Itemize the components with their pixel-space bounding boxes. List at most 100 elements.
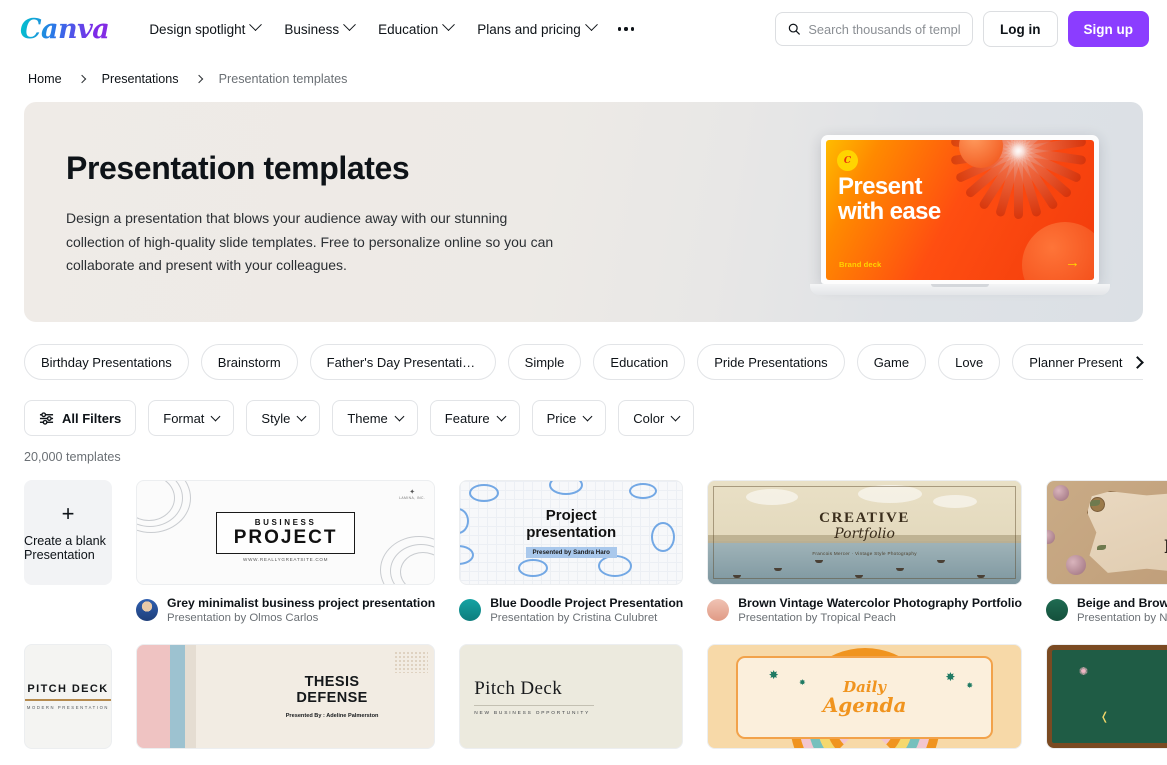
template-thumbnail[interactable]: Pitch Deck NEW BUSINESS OPPORTUNITY xyxy=(459,644,684,749)
filter-label: Color xyxy=(633,410,665,426)
nav-item-education[interactable]: Education xyxy=(366,14,465,45)
template-card[interactable]: ✺❭❬?TriviaQuiz xyxy=(1045,644,1167,749)
template-card[interactable]: by Olivia WilsonGroupproject Beige and Br… xyxy=(1045,480,1167,624)
hero-banner: Presentation templates Design a presenta… xyxy=(24,102,1143,322)
template-card[interactable]: Pitch Deck NEW BUSINESS OPPORTUNITY xyxy=(459,644,684,749)
avatar[interactable] xyxy=(459,599,482,621)
thumb-line1: PITCH DECK xyxy=(27,683,109,696)
category-chip[interactable]: Pride Presentations xyxy=(697,344,845,380)
thumb-byline: Francois Mercer · Vintage Style Photogra… xyxy=(812,550,917,556)
results-count: 20,000 templates xyxy=(24,450,121,464)
category-chip[interactable]: Brainstorm xyxy=(200,344,298,380)
category-chip-label: Pride Presentations xyxy=(714,354,828,370)
template-card[interactable]: Project presentation Presented by Sandra H… xyxy=(459,480,684,624)
chevron-right-icon xyxy=(77,74,86,84)
category-chip[interactable]: Education xyxy=(593,344,686,380)
category-chip-label: Simple xyxy=(524,354,565,370)
template-thumbnail[interactable]: by Olivia WilsonGroupproject xyxy=(1045,480,1167,585)
nav-item-design-spotlight[interactable]: Design spotlight xyxy=(137,14,272,45)
category-chip-label: Education xyxy=(610,354,669,370)
breadcrumb-item-home[interactable]: Home xyxy=(28,72,62,86)
filter-feature[interactable]: Feature xyxy=(429,400,520,436)
filter-style[interactable]: Style xyxy=(246,400,321,436)
category-chip[interactable]: Love xyxy=(938,344,1001,380)
create-blank-presentation-card[interactable]: + Create a blank Presentation xyxy=(24,480,112,624)
template-title[interactable]: Brown Vintage Watercolor Photography Por… xyxy=(738,596,1022,610)
filter-label: Feature xyxy=(444,410,490,426)
avatar[interactable] xyxy=(707,599,730,621)
avatar[interactable] xyxy=(1045,599,1068,621)
nav-label: Design spotlight xyxy=(149,21,246,37)
chevron-down-icon xyxy=(670,411,681,422)
search-box[interactable] xyxy=(775,12,973,46)
filter-format[interactable]: Format xyxy=(148,400,235,436)
template-title[interactable]: Blue Doodle Project Presentation xyxy=(490,596,683,610)
category-chip[interactable]: Birthday Presentations xyxy=(24,344,189,380)
arrow-right-icon: → xyxy=(1065,254,1080,271)
main-nav: Design spotlight Business Education Plan… xyxy=(137,14,644,45)
filter-label: Style xyxy=(261,410,291,426)
thumb-byline: Presented By : Adeline Palmerston xyxy=(285,713,379,719)
plus-icon: + xyxy=(61,501,75,526)
canva-logo[interactable]: Canva xyxy=(20,14,115,45)
chevron-down-icon xyxy=(249,18,263,32)
chevron-down-icon xyxy=(296,411,307,422)
create-blank-tile[interactable]: + Create a blank Presentation xyxy=(24,480,112,585)
chevron-down-icon xyxy=(584,18,598,32)
template-title[interactable]: Grey minimalist business project present… xyxy=(167,596,435,610)
nav-item-business[interactable]: Business xyxy=(272,14,366,45)
thumb-logo-mark: ✦ xyxy=(409,489,416,496)
template-thumbnail[interactable]: CREATIVE Portfolio Francois Mercer · Vinta… xyxy=(707,480,1022,585)
nav-label: Plans and pricing xyxy=(477,21,581,37)
category-chip[interactable]: Simple xyxy=(507,344,582,380)
template-card[interactable]: CREATIVE Portfolio Francois Mercer · Vinta… xyxy=(707,480,1022,624)
template-thumbnail[interactable]: ✺❭❬?TriviaQuiz xyxy=(1045,644,1167,749)
search-input[interactable] xyxy=(808,21,960,37)
breadcrumb-item-current: Presentation templates xyxy=(218,72,348,86)
category-chip-label: Game xyxy=(873,354,910,370)
sliders-icon xyxy=(39,411,54,425)
create-blank-label: Create a blank Presentation xyxy=(24,534,106,562)
chips-next-button[interactable] xyxy=(1123,348,1151,376)
category-chip-label: Love xyxy=(955,354,984,370)
template-thumbnail[interactable]: PITCH DECK MODERN PRESENTATION xyxy=(24,644,112,749)
signup-button[interactable]: Sign up xyxy=(1067,11,1149,47)
template-thumbnail[interactable]: Daily Agenda ✸ ✸ ✸ ✸ xyxy=(707,644,1022,749)
template-author: Presentation by Noisy Frame xyxy=(1076,612,1167,624)
thumb-logo-name: LAMINA, INC. xyxy=(399,496,426,500)
template-card[interactable]: THESIS DEFENSE Presented By : Adeline Palm… xyxy=(136,644,436,749)
thumb-line1: Project presentation xyxy=(526,507,617,541)
template-card[interactable]: Daily Agenda ✸ ✸ ✸ ✸ xyxy=(707,644,1022,749)
filter-color[interactable]: Color xyxy=(618,400,695,436)
breadcrumb-item-presentations[interactable]: Presentations xyxy=(102,72,179,86)
ellipsis-icon[interactable] xyxy=(608,15,644,42)
category-chip[interactable]: Father's Day Presentations xyxy=(309,344,496,380)
login-button[interactable]: Log in xyxy=(983,11,1058,47)
filter-price[interactable]: Price xyxy=(531,400,607,436)
laptop-mockup: C Present with ease Brand deck → xyxy=(810,135,1121,295)
template-card[interactable]: ✦ LAMINA, INC. BUSINESS PROJECT WWW.REALLYGR… xyxy=(136,480,436,624)
chevron-down-icon xyxy=(394,411,405,422)
brand-badge-icon: C xyxy=(837,150,858,171)
category-chip-label: Father's Day Presentations xyxy=(326,354,479,370)
all-filters-button[interactable]: All Filters xyxy=(24,400,137,436)
site-header: Canva Design spotlight Business Educatio… xyxy=(0,0,1167,58)
category-chip[interactable]: Game xyxy=(856,344,927,380)
category-chips[interactable]: Birthday Presentations Brainstorm Father's… xyxy=(24,344,1143,380)
thumb-line2: MODERN PRESENTATION xyxy=(26,704,110,710)
laptop-screen: C Present with ease Brand deck → xyxy=(821,135,1099,284)
template-card[interactable]: PITCH DECK MODERN PRESENTATION xyxy=(24,644,112,749)
thumb-line2: PROJECT xyxy=(233,526,338,548)
template-author: Presentation by Cristina Culubret xyxy=(490,612,658,624)
template-title[interactable]: Beige and Brown Organic Vintage Group Pr… xyxy=(1077,596,1167,610)
avatar[interactable] xyxy=(136,599,158,621)
nav-item-plans-and-pricing[interactable]: Plans and pricing xyxy=(465,14,608,45)
template-thumbnail[interactable]: Project presentation Presented by Sandra H… xyxy=(459,480,684,585)
template-grid: + Create a blank Presentation ✦ LAMINA, INC… xyxy=(0,464,1167,749)
category-chips-section: Birthday Presentations Brainstorm Father's… xyxy=(0,344,1167,380)
template-author: Presentation by Tropical Peach xyxy=(738,612,896,624)
template-thumbnail[interactable]: THESIS DEFENSE Presented By : Adeline Palm… xyxy=(136,644,436,749)
filter-theme[interactable]: Theme xyxy=(332,400,418,436)
thumb-line1: CREATIVE xyxy=(819,509,911,526)
template-thumbnail[interactable]: ✦ LAMINA, INC. BUSINESS PROJECT WWW.REALLYGR… xyxy=(136,480,436,585)
